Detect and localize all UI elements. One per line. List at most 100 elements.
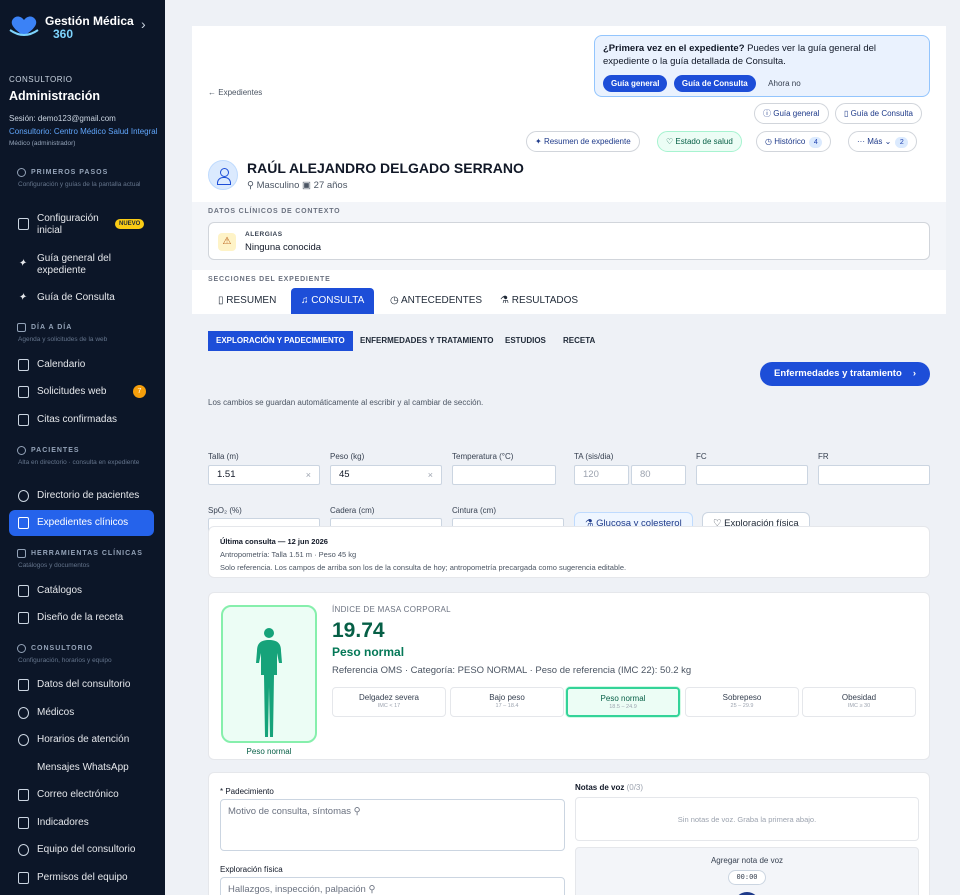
next-section-button[interactable]: Enfermedades y tratamiento ›	[760, 362, 930, 386]
imc-cat-bajo: Bajo peso 17 – 18.4	[450, 687, 564, 717]
last-consult-title: Última consulta — 12 jun 2026	[220, 537, 328, 546]
sidebar-item-guia-general[interactable]: ✦ Guía general del expediente	[9, 251, 154, 277]
subtab-enfermedades[interactable]: ENFERMEDADES Y TRATAMIENTO	[352, 331, 502, 351]
sidebar-item-solicitudes[interactable]: Solicitudes web 7	[9, 379, 154, 405]
chevron-down-icon: ⌄	[882, 137, 892, 146]
fr-input[interactable]	[818, 465, 930, 485]
sidebar-item-label: Configuración inicial	[37, 213, 99, 236]
guia-general-button[interactable]: ⓘ Guía general	[754, 103, 829, 124]
brand[interactable]: Gestión Médica 360 ›	[9, 12, 159, 42]
clear-icon[interactable]: ×	[306, 466, 311, 484]
warning-icon: ⚠	[218, 233, 236, 251]
heart-icon	[17, 446, 26, 455]
building-icon	[18, 679, 29, 691]
mic-icon[interactable]: ⚲	[366, 884, 375, 895]
subtab-exploracion[interactable]: EXPLORACIÓN Y PADECIMIENTO	[208, 331, 353, 351]
sidebar-item-label: Datos del consultorio	[37, 679, 131, 690]
sidebar-item-citas[interactable]: Citas confirmadas	[9, 407, 154, 433]
more-count: 2	[895, 137, 909, 148]
calendar-icon: ▣	[299, 180, 314, 191]
document-icon: ▯	[844, 109, 851, 118]
history-button[interactable]: ◷ Histórico 4	[756, 131, 832, 152]
tool-icon	[17, 549, 26, 558]
ta-label: TA (sis/dia)	[574, 452, 614, 461]
sidebar-item-receta[interactable]: Diseño de la receta	[9, 605, 154, 631]
person-icon: ⚲	[247, 180, 257, 191]
sidebar-item-label: Diseño de la receta	[37, 612, 124, 623]
tab-consulta[interactable]: ♫ CONSULTA	[291, 288, 375, 314]
add-voice-label: Agregar nota de voz	[710, 856, 784, 865]
sidebar-item-label: Correo electrónico	[37, 789, 119, 800]
summary-button[interactable]: ✦ Resumen de expediente	[526, 131, 640, 152]
brand-version: 360	[53, 27, 74, 41]
tip-later-button[interactable]: Ahora no	[768, 79, 800, 88]
autosave-note: Los cambios se guardan automáticamente a…	[208, 398, 484, 407]
sidebar-item-label: Mensajes WhatsApp	[37, 762, 129, 773]
padecimiento-card: * Padecimiento Motivo de consulta, sínto…	[208, 772, 930, 895]
sidebar-item-label: Directorio de pacientes	[37, 490, 140, 501]
sidebar-item-medicos[interactable]: Médicos	[9, 700, 154, 726]
sidebar-item-equipo[interactable]: Equipo del consultorio	[9, 837, 154, 863]
tab-resultados[interactable]: ⚗ RESULTADOS	[490, 288, 588, 314]
sidebar-item-calendario[interactable]: Calendario	[9, 352, 154, 378]
clock-icon	[18, 734, 29, 746]
context-title: DATOS CLÍNICOS DE CONTEXTO	[208, 208, 341, 215]
count-badge: 7	[133, 385, 146, 398]
allergies-value: Ninguna conocida	[245, 242, 322, 253]
sidebar-item-label: Calendario	[37, 359, 86, 370]
subtab-receta[interactable]: RECETA	[555, 331, 603, 351]
imc-reference: Referencia OMS · Categoría: PESO NORMAL …	[332, 665, 692, 676]
guia-consulta-button[interactable]: ▯ Guía de Consulta	[835, 103, 922, 124]
ta-dia-input[interactable]: 80	[631, 465, 686, 485]
sidebar-item-catalogos[interactable]: Catálogos	[9, 578, 154, 604]
health-status-button[interactable]: ♡ Estado de salud	[657, 131, 742, 152]
heart-logo-icon	[9, 16, 39, 36]
temperatura-input[interactable]	[452, 465, 556, 485]
more-button[interactable]: ··· Más ⌄ 2	[848, 131, 918, 152]
tab-antecedentes[interactable]: ◷ ANTECEDENTES	[380, 288, 492, 314]
subtab-estudios[interactable]: ESTUDIOS	[497, 331, 554, 351]
body-figure-card	[221, 605, 317, 743]
sidebar-item-indicadores[interactable]: Indicadores	[9, 810, 154, 836]
allergies-label: ALERGIAS	[245, 231, 283, 238]
sidebar-item-label: Guía de Consulta	[37, 292, 115, 303]
tip-guia-general-button[interactable]: Guía general	[603, 75, 668, 92]
sidebar-item-configuracion[interactable]: Configuración inicial NUEVO	[9, 211, 154, 237]
exploracion-textarea[interactable]: Hallazgos, inspección, palpación ⚲	[220, 877, 565, 895]
padecimiento-textarea[interactable]: Motivo de consulta, síntomas ⚲	[220, 799, 565, 851]
ta-sis-input[interactable]: 120	[574, 465, 629, 485]
sidebar-item-expedientes[interactable]: Expedientes clínicos	[9, 510, 154, 536]
fc-input[interactable]	[696, 465, 808, 485]
padecimiento-label: * Padecimiento	[220, 787, 274, 796]
sidebar-item-guia-consulta[interactable]: ✦ Guía de Consulta	[9, 285, 154, 311]
mail-icon	[18, 789, 29, 801]
sidebar-item-whatsapp[interactable]: Mensajes WhatsApp	[9, 755, 154, 781]
tab-resumen[interactable]: ▯ RESUMEN	[208, 288, 286, 314]
sparkle-icon: ✦	[18, 258, 27, 269]
admin-title: Administración	[9, 89, 100, 103]
sidebar-item-directorio[interactable]: Directorio de pacientes	[9, 483, 154, 509]
tip-guia-consulta-button[interactable]: Guía de Consulta	[673, 75, 756, 92]
org-label: CONSULTORIO	[9, 75, 73, 84]
sidebar-item-horarios[interactable]: Horarios de atención	[9, 727, 154, 753]
sidebar-item-label: Citas confirmadas	[37, 414, 118, 425]
sidebar-item-label: Solicitudes web	[37, 386, 107, 397]
clear-icon[interactable]: ×	[428, 466, 433, 484]
sidebar-item-correo[interactable]: Correo electrónico	[9, 782, 154, 808]
cadera-label: Cadera (cm)	[330, 506, 375, 515]
talla-input[interactable]: 1.51 ×	[208, 465, 320, 485]
document-icon	[18, 218, 29, 230]
sidebar-item-datos[interactable]: Datos del consultorio	[9, 672, 154, 698]
cintura-label: Cintura (cm)	[452, 506, 497, 515]
users-icon	[18, 490, 29, 502]
sidebar-item-label: Equipo del consultorio	[37, 844, 136, 855]
brand-name: Gestión Médica	[45, 14, 134, 28]
calendar-icon	[17, 323, 26, 332]
imc-cat-sobrepeso: Sobrepeso 25 – 29.9	[685, 687, 799, 717]
sidebar-item-permisos[interactable]: Permisos del equipo	[9, 865, 154, 891]
chevron-right-icon[interactable]: ›	[141, 16, 146, 32]
back-link[interactable]: ← Expedientes	[208, 88, 262, 97]
first-time-tip: ¿Primera vez en el expediente? Puedes ve…	[594, 35, 930, 97]
peso-input[interactable]: 45 ×	[330, 465, 442, 485]
mic-icon[interactable]: ⚲	[351, 806, 361, 817]
